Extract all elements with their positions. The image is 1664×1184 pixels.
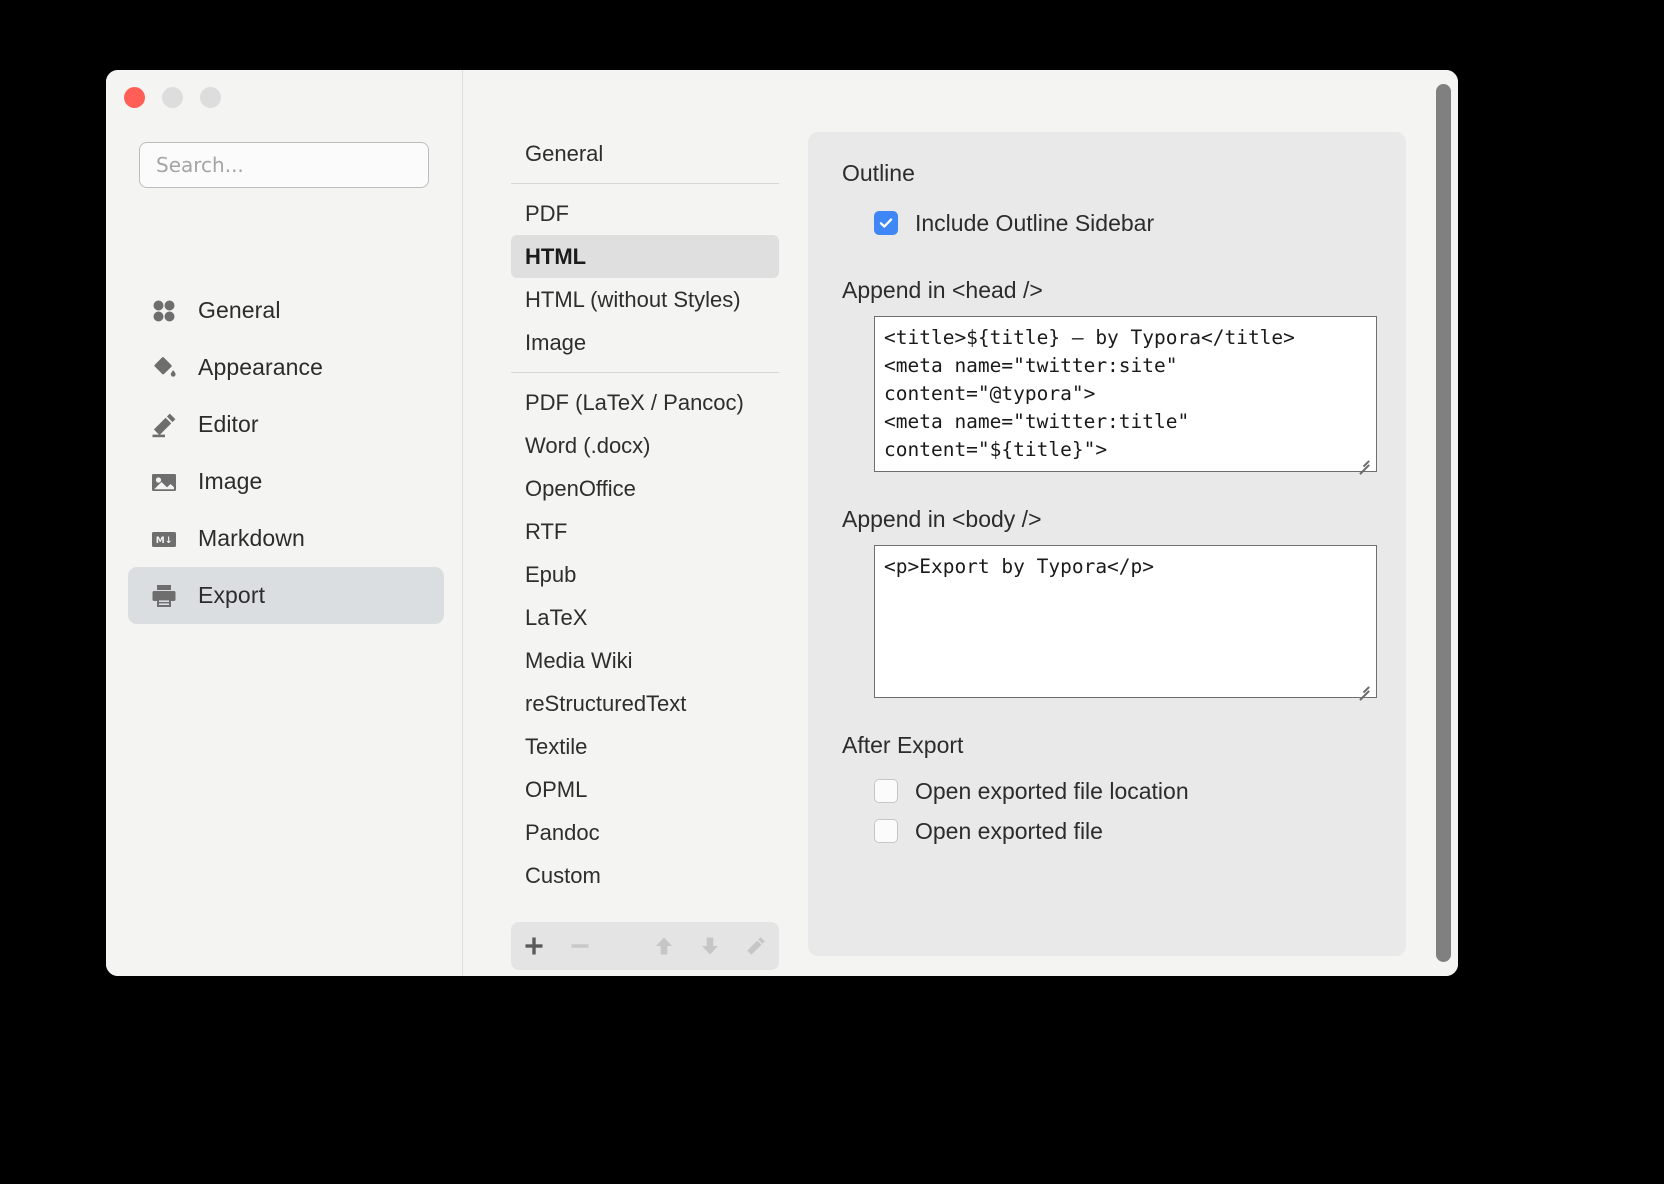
open-exported-file-location-row[interactable]: Open exported file location bbox=[842, 771, 1372, 811]
close-window-button[interactable] bbox=[124, 87, 145, 108]
format-item-html-without-styles[interactable]: HTML (without Styles) bbox=[511, 278, 779, 321]
format-item-epub[interactable]: Epub bbox=[511, 553, 779, 596]
format-item-word[interactable]: Word (.docx) bbox=[511, 424, 779, 467]
format-item-pandoc[interactable]: Pandoc bbox=[511, 811, 779, 854]
format-item-pdf-latex-pandoc[interactable]: PDF (LaTeX / Pancoc) bbox=[511, 381, 779, 424]
printer-icon bbox=[150, 582, 178, 610]
sidebar-item-editor[interactable]: Editor bbox=[128, 396, 444, 453]
sidebar-item-label: Editor bbox=[198, 411, 259, 437]
sidebar-item-label: Appearance bbox=[198, 354, 324, 380]
append-body-textarea[interactable] bbox=[874, 545, 1377, 698]
after-export-group-title: After Export bbox=[842, 732, 964, 758]
format-item-opml[interactable]: OPML bbox=[511, 768, 779, 811]
include-outline-sidebar-label: Include Outline Sidebar bbox=[915, 209, 1155, 236]
format-item-general[interactable]: General bbox=[511, 132, 779, 175]
markdown-icon: M↓ bbox=[150, 525, 178, 553]
search-field-wrapper bbox=[139, 142, 429, 188]
format-item-custom[interactable]: Custom bbox=[511, 854, 779, 897]
export-settings-column: Outline Include Outline Sidebar Append i… bbox=[808, 70, 1458, 976]
add-format-button[interactable] bbox=[511, 922, 557, 970]
format-item-rtf[interactable]: RTF bbox=[511, 510, 779, 553]
format-item-restructuredtext[interactable]: reStructuredText bbox=[511, 682, 779, 725]
sidebar-item-general[interactable]: General bbox=[128, 282, 444, 339]
sidebar-item-label: Markdown bbox=[198, 525, 305, 551]
remove-format-button[interactable] bbox=[557, 922, 603, 970]
append-head-wrapper bbox=[874, 316, 1377, 475]
append-body-label: Append in <body /> bbox=[842, 506, 1042, 532]
format-item-openoffice[interactable]: OpenOffice bbox=[511, 467, 779, 510]
vertical-scrollbar-thumb[interactable] bbox=[1436, 84, 1451, 962]
open-exported-file-checkbox[interactable] bbox=[874, 819, 898, 843]
sidebar-item-label: Image bbox=[198, 468, 263, 494]
open-exported-file-row[interactable]: Open exported file bbox=[842, 811, 1372, 851]
sidebar: General Appearance bbox=[106, 70, 463, 976]
svg-text:M↓: M↓ bbox=[156, 535, 173, 545]
format-item-latex[interactable]: LaTeX bbox=[511, 596, 779, 639]
list-divider bbox=[511, 183, 779, 184]
preferences-window: General Appearance bbox=[106, 70, 1458, 976]
minimize-window-button[interactable] bbox=[162, 87, 183, 108]
move-down-button[interactable] bbox=[687, 922, 733, 970]
list-divider bbox=[511, 372, 779, 373]
sidebar-item-appearance[interactable]: Appearance bbox=[128, 339, 444, 396]
append-body-wrapper bbox=[874, 545, 1377, 701]
outline-group-title: Outline bbox=[842, 160, 915, 186]
export-settings-card: Outline Include Outline Sidebar Append i… bbox=[808, 132, 1406, 956]
sidebar-item-image[interactable]: Image bbox=[128, 453, 444, 510]
include-outline-sidebar-row[interactable]: Include Outline Sidebar bbox=[842, 203, 1372, 243]
append-head-label: Append in <head /> bbox=[842, 277, 1043, 303]
format-item-media-wiki[interactable]: Media Wiki bbox=[511, 639, 779, 682]
search-input[interactable] bbox=[139, 142, 429, 188]
format-item-image[interactable]: Image bbox=[511, 321, 779, 364]
picture-icon bbox=[150, 468, 178, 496]
four-dots-icon bbox=[150, 297, 178, 325]
export-format-list: General PDF HTML HTML (without Styles) I… bbox=[511, 132, 779, 897]
maximize-window-button[interactable] bbox=[200, 87, 221, 108]
format-item-html[interactable]: HTML bbox=[511, 235, 779, 278]
open-exported-file-label: Open exported file bbox=[915, 817, 1103, 844]
open-exported-file-location-checkbox[interactable] bbox=[874, 779, 898, 803]
settings-nav: General Appearance Editor Image M↓ Markd… bbox=[128, 282, 444, 624]
window-controls bbox=[124, 87, 221, 108]
pencil-icon bbox=[150, 411, 178, 439]
format-item-pdf[interactable]: PDF bbox=[511, 192, 779, 235]
edit-format-button[interactable] bbox=[733, 922, 779, 970]
format-list-toolbar bbox=[511, 922, 779, 970]
include-outline-sidebar-checkbox[interactable] bbox=[874, 211, 898, 235]
vertical-scrollbar-track[interactable] bbox=[1436, 76, 1454, 970]
sidebar-item-label: General bbox=[198, 297, 281, 323]
sidebar-item-label: Export bbox=[198, 582, 266, 608]
move-up-button[interactable] bbox=[641, 922, 687, 970]
open-exported-file-location-label: Open exported file location bbox=[915, 777, 1189, 804]
sidebar-item-export[interactable]: Export bbox=[128, 567, 444, 624]
export-format-column: General PDF HTML HTML (without Styles) I… bbox=[463, 70, 808, 976]
sidebar-item-markdown[interactable]: M↓ Markdown bbox=[128, 510, 444, 567]
format-item-textile[interactable]: Textile bbox=[511, 725, 779, 768]
paint-bucket-icon bbox=[150, 354, 178, 382]
append-head-textarea[interactable] bbox=[874, 316, 1377, 472]
